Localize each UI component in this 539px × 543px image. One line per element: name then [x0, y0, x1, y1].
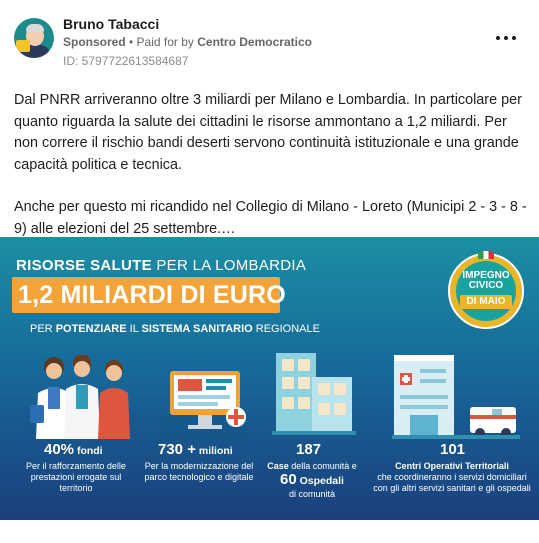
flag-icon: [478, 251, 494, 259]
stat-1-value: 40% fondi: [44, 441, 103, 458]
doctors-illustration: [26, 355, 138, 439]
avatar-badge: [16, 40, 30, 52]
stat-2-text: Per la modernizzazione del parco tecnolo…: [144, 461, 254, 482]
stat-4-title: Centri Operativi Territoriali: [395, 461, 509, 471]
page-name[interactable]: Bruno Tabacci: [63, 16, 159, 32]
banner-amount-box: 1,2 MILIARDI DI EURO: [12, 277, 286, 313]
computer-illustration: [160, 371, 250, 439]
sponsor-line: Sponsored • Paid for by Centro Democrati…: [63, 35, 312, 49]
post-paragraph: Dal PNRR arriveranno oltre 3 miliardi pe…: [14, 92, 522, 173]
stat-3b-text: di comunità: [288, 489, 336, 499]
hospital-illustration: [392, 355, 520, 439]
avatar-hair: [26, 24, 44, 32]
stat-3b-value: 60 Ospedali: [280, 471, 344, 488]
banner-subtitle: PER POTENZIARE IL SISTEMA SANITARIO REGI…: [30, 323, 320, 335]
ad-card: Bruno Tabacci Sponsored • Paid for by Ce…: [0, 0, 539, 543]
page-avatar[interactable]: [14, 18, 54, 58]
paid-for-prefix: • Paid for by: [129, 35, 194, 49]
stat-4-text: Centri Operativi Territoriali che coordi…: [373, 461, 531, 493]
banner-title: RISORSE SALUTE PER LA LOMBARDIA: [16, 257, 307, 274]
banner-amount: 1,2 MILIARDI DI EURO: [18, 281, 286, 309]
houses-illustration: [272, 353, 356, 435]
ad-image[interactable]: RISORSE SALUTE PER LA LOMBARDIA 1,2 MILI…: [0, 237, 539, 520]
impegno-civico-logo: IMPEGNO CIVICO DI MAIO: [448, 251, 524, 329]
post-text: Dal PNRR arriveranno oltre 3 miliardi pe…: [14, 90, 528, 240]
stat-4-value: 101: [440, 441, 466, 458]
paid-for-name[interactable]: Centro Democratico: [197, 35, 312, 49]
more-options-icon[interactable]: [494, 30, 518, 46]
stat-1-text: Per il rafforzamento delle prestazioni e…: [26, 461, 126, 493]
ad-id: ID: 5797722613584687: [63, 54, 189, 68]
stat-2-value: 730 + milioni: [158, 441, 233, 458]
sponsored-label: Sponsored: [63, 35, 126, 49]
stat-3-value: 187: [296, 441, 322, 458]
post-paragraph[interactable]: Anche per questo mi ricandido nel Colleg…: [14, 197, 528, 240]
